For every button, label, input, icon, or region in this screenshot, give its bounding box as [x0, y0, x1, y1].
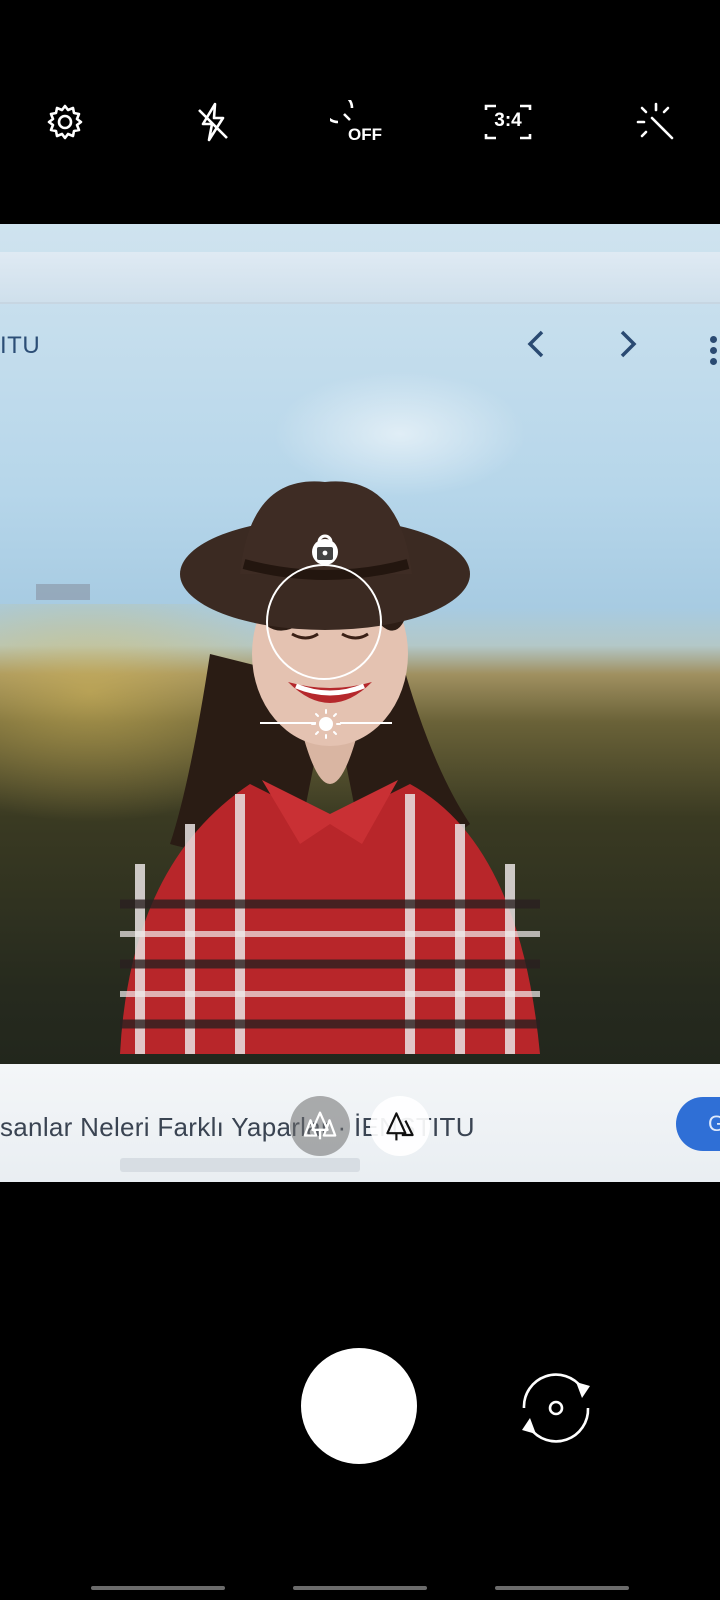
- top-toolbar: OFF 3:4: [0, 0, 720, 224]
- gear-icon[interactable]: [43, 100, 87, 144]
- nav-pill-center: [293, 1586, 427, 1590]
- exposure-slider-left[interactable]: [260, 722, 316, 724]
- shutter-button[interactable]: [301, 1348, 417, 1464]
- tree-icon[interactable]: [370, 1096, 430, 1156]
- aspect-ratio-icon[interactable]: 3:4: [480, 100, 536, 144]
- magic-wand-icon[interactable]: [634, 100, 678, 144]
- sun-icon[interactable]: [310, 708, 342, 740]
- trees-icon[interactable]: [290, 1096, 350, 1156]
- subject-photo: [120, 481, 540, 1054]
- nav-pill-right: [495, 1586, 629, 1590]
- timer-label: OFF: [348, 125, 382, 144]
- focus-ring[interactable]: [266, 564, 382, 680]
- nav-pill-left: [91, 1586, 225, 1590]
- flash-off-icon[interactable]: [191, 100, 235, 144]
- timer-icon[interactable]: OFF: [330, 100, 390, 144]
- camera-viewfinder[interactable]: ITU sanlar Neleri Farklı Yaparlar · İENS…: [0, 224, 720, 1182]
- unlocked-icon[interactable]: [308, 530, 342, 570]
- exposure-slider-right[interactable]: [340, 722, 392, 724]
- aspect-ratio-label: 3:4: [494, 110, 522, 131]
- screen-caption-subline: [120, 1158, 360, 1172]
- switch-camera-icon[interactable]: [510, 1366, 602, 1450]
